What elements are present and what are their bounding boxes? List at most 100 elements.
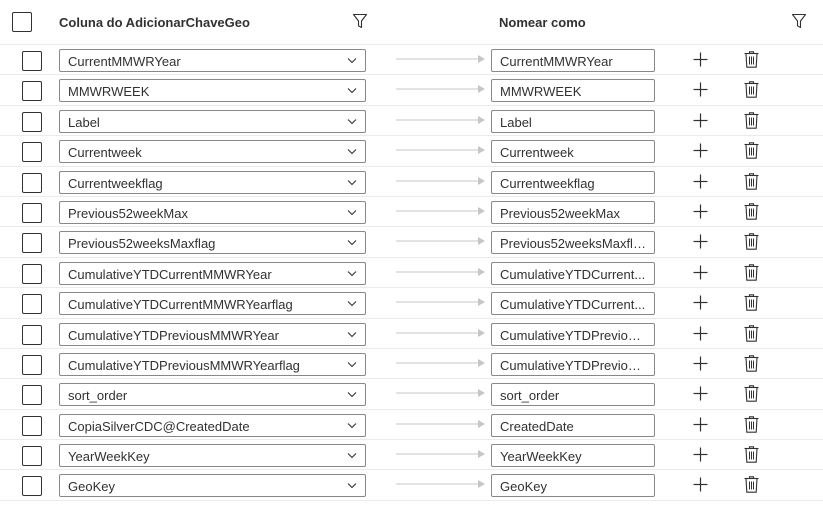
trash-icon[interactable] bbox=[744, 233, 759, 251]
trash-icon[interactable] bbox=[744, 51, 759, 68]
plus-icon[interactable] bbox=[693, 143, 708, 158]
plus-icon[interactable] bbox=[693, 113, 708, 128]
plus-icon[interactable] bbox=[693, 477, 708, 492]
source-column-value: CumulativeYTDCurrentMMWRYear bbox=[68, 266, 272, 282]
mapping-row: CopiaSilverCDC@CreatedDate CreatedDate bbox=[0, 410, 823, 441]
source-column-dropdown[interactable]: sort_order bbox=[59, 383, 366, 407]
row-checkbox[interactable] bbox=[22, 202, 42, 223]
mapping-row: CurrentMMWRYear CurrentMMWRYear bbox=[0, 45, 823, 76]
row-checkbox[interactable] bbox=[22, 172, 42, 193]
source-column-value: CumulativeYTDCurrentMMWRYearflag bbox=[68, 297, 293, 313]
target-name-input[interactable]: MMWRWEEK bbox=[491, 79, 655, 103]
arrow-right-icon bbox=[396, 115, 485, 124]
plus-icon[interactable] bbox=[693, 417, 708, 432]
plus-icon[interactable] bbox=[693, 447, 708, 462]
plus-icon[interactable] bbox=[693, 234, 708, 249]
arrow-right-icon bbox=[396, 206, 485, 215]
source-column-value: Currentweekflag bbox=[68, 175, 163, 191]
mapping-row: YearWeekKey YearWeekKey bbox=[0, 440, 823, 471]
source-column-dropdown[interactable]: GeoKey bbox=[59, 474, 366, 498]
source-column-dropdown[interactable]: MMWRWEEK bbox=[59, 79, 366, 103]
plus-icon[interactable] bbox=[693, 174, 708, 189]
target-name-input[interactable]: Previous52weekMax bbox=[491, 200, 655, 224]
source-column-dropdown[interactable]: Label bbox=[59, 109, 366, 133]
filter-icon[interactable] bbox=[352, 13, 368, 29]
mapping-row: MMWRWEEK MMWRWEEK bbox=[0, 75, 823, 106]
trash-icon[interactable] bbox=[744, 172, 759, 190]
trash-icon[interactable] bbox=[744, 294, 759, 311]
trash-icon[interactable] bbox=[744, 112, 759, 129]
chevron-down-icon bbox=[347, 392, 357, 398]
source-column-value: Currentweek bbox=[68, 145, 142, 161]
plus-icon[interactable] bbox=[693, 386, 708, 401]
trash-icon[interactable] bbox=[744, 142, 759, 159]
source-column-dropdown[interactable]: Previous52weeksMaxflag bbox=[59, 231, 366, 255]
source-column-dropdown[interactable]: CopiaSilverCDC@CreatedDate bbox=[59, 413, 366, 437]
chevron-down-icon bbox=[347, 88, 357, 94]
source-column-dropdown[interactable]: Previous52weekMax bbox=[59, 200, 366, 224]
source-column-dropdown[interactable]: CumulativeYTDPreviousMMWRYear bbox=[59, 322, 366, 346]
target-name-input[interactable]: YearWeekKey bbox=[491, 444, 655, 468]
trash-icon[interactable] bbox=[744, 415, 759, 433]
row-checkbox[interactable] bbox=[22, 385, 42, 406]
target-name-input[interactable]: CurrentMMWRYear bbox=[491, 49, 655, 72]
chevron-down-icon bbox=[347, 422, 357, 428]
row-checkbox[interactable] bbox=[22, 476, 42, 497]
row-checkbox[interactable] bbox=[22, 415, 42, 436]
source-column-value: CumulativeYTDPreviousMMWRYearflag bbox=[68, 357, 300, 373]
target-name-input[interactable]: Previous52weeksMaxflag bbox=[491, 231, 655, 255]
plus-icon[interactable] bbox=[693, 356, 708, 371]
target-name-input[interactable]: CumulativeYTDPrevious... bbox=[491, 322, 655, 346]
filter-icon[interactable] bbox=[791, 13, 807, 29]
arrow-right-icon bbox=[396, 328, 485, 337]
trash-icon[interactable] bbox=[744, 446, 759, 463]
source-column-dropdown[interactable]: CumulativeYTDPreviousMMWRYearflag bbox=[59, 352, 366, 376]
plus-icon[interactable] bbox=[693, 265, 708, 280]
source-column-dropdown[interactable]: Currentweek bbox=[59, 140, 366, 164]
target-name-input[interactable]: CumulativeYTDCurrent... bbox=[491, 261, 655, 285]
row-checkbox[interactable] bbox=[22, 111, 42, 132]
source-column-value: CumulativeYTDPreviousMMWRYear bbox=[68, 327, 279, 343]
row-checkbox[interactable] bbox=[22, 294, 42, 315]
source-column-dropdown[interactable]: CumulativeYTDCurrentMMWRYear bbox=[59, 261, 366, 285]
target-name-input[interactable]: GeoKey bbox=[491, 474, 655, 498]
row-checkbox[interactable] bbox=[22, 233, 42, 254]
source-column-dropdown[interactable]: Currentweekflag bbox=[59, 170, 366, 194]
chevron-down-icon bbox=[347, 331, 357, 337]
row-checkbox[interactable] bbox=[22, 81, 42, 102]
target-name-input[interactable]: CumulativeYTDPrevious... bbox=[491, 352, 655, 376]
target-name-input[interactable]: CumulativeYTDCurrent... bbox=[491, 292, 655, 316]
mapping-row: sort_order sort_order bbox=[0, 379, 823, 410]
plus-icon[interactable] bbox=[693, 295, 708, 310]
trash-icon[interactable] bbox=[744, 81, 759, 99]
target-name-input[interactable]: sort_order bbox=[491, 383, 655, 407]
row-checkbox[interactable] bbox=[22, 263, 42, 284]
target-name-input[interactable]: Currentweekflag bbox=[491, 170, 655, 194]
row-checkbox[interactable] bbox=[22, 354, 42, 375]
source-column-dropdown[interactable]: YearWeekKey bbox=[59, 444, 366, 468]
row-checkbox[interactable] bbox=[22, 142, 42, 163]
trash-icon[interactable] bbox=[744, 203, 759, 220]
trash-icon[interactable] bbox=[744, 324, 759, 342]
mapping-rows: CurrentMMWRYear CurrentMMWRYear MMWRWEEK bbox=[0, 45, 823, 501]
select-all-checkbox[interactable] bbox=[12, 12, 32, 32]
source-column-dropdown[interactable]: CurrentMMWRYear bbox=[59, 49, 366, 72]
target-name-input[interactable]: Label bbox=[491, 109, 655, 133]
source-column-dropdown[interactable]: CumulativeYTDCurrentMMWRYearflag bbox=[59, 292, 366, 316]
plus-icon[interactable] bbox=[693, 204, 708, 219]
trash-icon[interactable] bbox=[744, 355, 759, 372]
trash-icon[interactable] bbox=[744, 263, 759, 281]
plus-icon[interactable] bbox=[693, 82, 708, 97]
target-name-input[interactable]: CreatedDate bbox=[491, 413, 655, 437]
row-checkbox[interactable] bbox=[22, 446, 42, 467]
mapping-row: GeoKey GeoKey bbox=[0, 470, 823, 501]
target-name-input[interactable]: Currentweek bbox=[491, 140, 655, 164]
row-checkbox[interactable] bbox=[22, 324, 42, 345]
mapping-row: Label Label bbox=[0, 106, 823, 137]
trash-icon[interactable] bbox=[744, 476, 759, 494]
plus-icon[interactable] bbox=[693, 326, 708, 341]
plus-icon[interactable] bbox=[693, 52, 708, 67]
trash-icon[interactable] bbox=[744, 385, 759, 403]
row-checkbox[interactable] bbox=[22, 51, 42, 71]
mapping-row: CumulativeYTDPreviousMMWRYear Cumulative… bbox=[0, 319, 823, 349]
